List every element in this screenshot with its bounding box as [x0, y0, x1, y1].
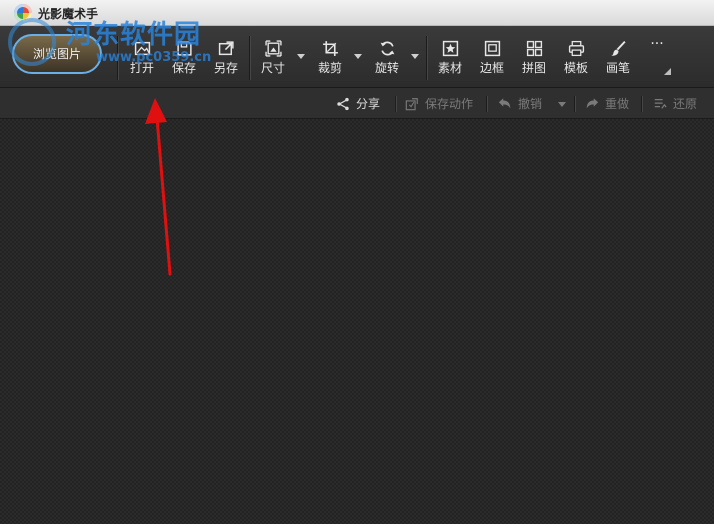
crop-button[interactable]: 裁剪: [312, 26, 348, 86]
save-as-button[interactable]: 另存: [208, 26, 244, 86]
border-button[interactable]: 边框: [474, 26, 510, 86]
undo-icon: [498, 98, 511, 109]
undo-label: 撤销: [518, 97, 543, 111]
template-label: 模板: [563, 61, 588, 75]
crop-dropdown-caret[interactable]: [354, 54, 362, 59]
crop-icon: [322, 41, 338, 56]
crop-label: 裁剪: [317, 61, 342, 75]
restore-icon: [654, 98, 667, 109]
collage-label: 拼图: [521, 61, 546, 75]
action-divider: [574, 96, 575, 112]
open-button[interactable]: 打开: [124, 26, 160, 86]
image-canvas[interactable]: [0, 119, 714, 524]
save-as-label: 另存: [213, 61, 238, 75]
size-button[interactable]: 尺寸: [255, 26, 291, 86]
star-frame-icon: [442, 40, 458, 57]
main-toolbar: 浏览图片 打开 保存 另存 尺寸 裁剪 旋转 素材 边框 拼图 模板 画笔 ··…: [0, 26, 714, 88]
browse-images-button[interactable]: 浏览图片: [12, 34, 102, 74]
save-label: 保存: [171, 61, 196, 75]
open-image-icon: [134, 41, 150, 56]
window-title: 光影魔术手: [38, 7, 99, 21]
undo-button[interactable]: 撤销: [498, 95, 542, 113]
more-button[interactable]: ···: [642, 26, 672, 86]
undo-dropdown-caret[interactable]: [558, 102, 566, 107]
rotate-dropdown-caret[interactable]: [411, 54, 419, 59]
more-icon: ···: [650, 36, 664, 52]
save-as-icon: [218, 41, 234, 56]
title-bar: 光影魔术手: [0, 0, 714, 26]
save-icon: [176, 41, 192, 56]
app-window: 光影魔术手 浏览图片 打开 保存 另存 尺寸 裁剪 旋转 素材 边框 拼图 模板…: [0, 0, 714, 524]
annotation-arrow-icon: [145, 98, 172, 276]
action-divider: [486, 96, 487, 112]
open-label: 打开: [129, 61, 154, 75]
share-icon: [337, 97, 349, 111]
action-divider: [395, 96, 396, 112]
brush-icon: [610, 40, 626, 56]
material-button[interactable]: 素材: [432, 26, 468, 86]
toolbar-divider: [426, 36, 427, 80]
restore-label: 还原: [673, 97, 698, 111]
save-action-button[interactable]: 保存动作: [405, 95, 473, 113]
border-label: 边框: [479, 61, 504, 75]
expand-corner-icon[interactable]: [664, 68, 671, 75]
redo-icon: [586, 98, 599, 109]
share-label: 分享: [356, 97, 381, 111]
border-icon: [484, 40, 500, 57]
size-dropdown-caret[interactable]: [297, 54, 305, 59]
grid-icon: [526, 40, 542, 57]
rotate-icon: [380, 41, 394, 56]
app-logo-icon: [14, 4, 32, 22]
resize-icon: [264, 40, 282, 57]
redo-button[interactable]: 重做: [585, 95, 629, 113]
brush-label: 画笔: [605, 61, 630, 75]
rotate-label: 旋转: [374, 61, 399, 75]
toolbar-divider: [249, 36, 250, 80]
template-button[interactable]: 模板: [558, 26, 594, 86]
redo-label: 重做: [605, 97, 630, 111]
save-action-icon: [405, 98, 418, 111]
restore-button[interactable]: 还原: [653, 95, 697, 113]
share-button[interactable]: 分享: [336, 95, 380, 113]
collage-button[interactable]: 拼图: [516, 26, 552, 86]
printer-icon: [568, 40, 584, 57]
action-bar: 分享 保存动作 撤销 重做 还原: [0, 88, 714, 119]
rotate-button[interactable]: 旋转: [369, 26, 405, 86]
brush-button[interactable]: 画笔: [600, 26, 636, 86]
save-action-label: 保存动作: [425, 97, 474, 111]
material-label: 素材: [437, 61, 462, 75]
size-label: 尺寸: [260, 61, 285, 75]
save-button[interactable]: 保存: [166, 26, 202, 86]
toolbar-divider: [117, 36, 118, 80]
action-divider: [641, 96, 642, 112]
